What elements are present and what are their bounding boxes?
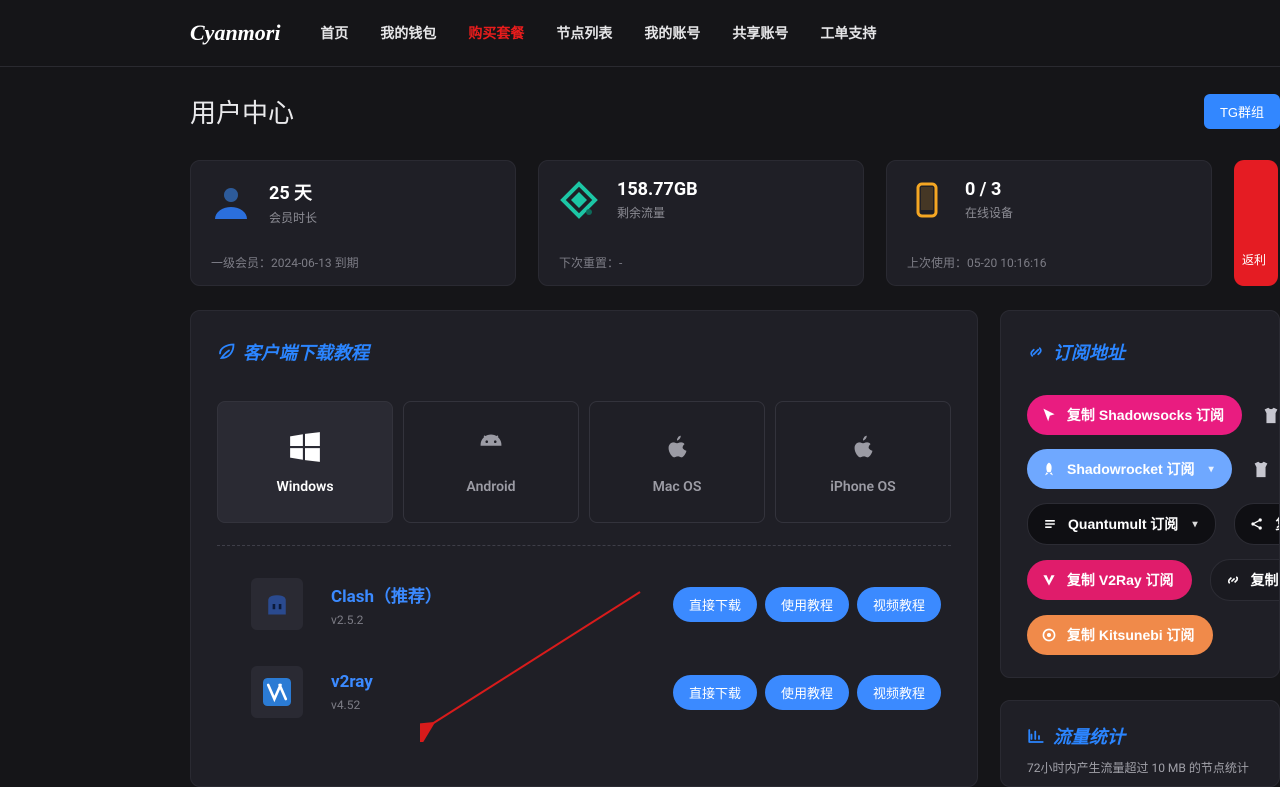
stat-card-devices: 0 / 3 在线设备 上次使用：05-20 10:16:16 xyxy=(886,160,1212,286)
client-version: v2.5.2 xyxy=(331,613,442,627)
mac-os-icon xyxy=(659,429,695,465)
traffic-remaining: 158.77GB xyxy=(617,179,698,200)
clash-icon xyxy=(251,578,303,630)
sub-btn-2[interactable]: Quantumult 订阅▾ xyxy=(1027,503,1216,545)
subscription-buttons: 复制 Shadowsocks 订阅 Shadowrocket 订阅▾St Quant… xyxy=(1027,395,1271,655)
sub-row-4: 复制 Kitsunebi 订阅 xyxy=(1027,615,1271,655)
devices-count: 0 / 3 xyxy=(965,179,1013,200)
chevron-down-icon: ▾ xyxy=(1209,464,1214,475)
title-row: 用户中心 TG群组 xyxy=(190,93,1280,130)
user-icon xyxy=(211,183,251,223)
separator xyxy=(217,545,951,546)
traffic-icon xyxy=(559,180,599,220)
page-body: 用户中心 TG群组 25 天 会员时长 一级会员：2024-06-13 到期 xyxy=(0,67,1280,787)
subscription-panel: 订阅地址 复制 Shadowsocks 订阅 Shadowrocket 订阅▾St… xyxy=(1000,310,1280,678)
sub-side-btn-2[interactable]: 复制 xyxy=(1234,503,1280,545)
os-label: Windows xyxy=(276,479,333,495)
page-title: 用户中心 xyxy=(190,93,294,130)
client-actions: 直接下载使用教程视频教程 xyxy=(673,675,941,710)
client-actions: 直接下载使用教程视频教程 xyxy=(673,587,941,622)
nav-item-4[interactable]: 我的账号 xyxy=(644,23,700,43)
traffic-label: 剩余流量 xyxy=(617,204,698,221)
os-label: Android xyxy=(466,479,515,495)
client-row-v2ray: v2ray v4.52 直接下载使用教程视频教程 xyxy=(217,648,951,736)
nav-item-5[interactable]: 共享账号 xyxy=(732,23,788,43)
membership-days: 25 天 xyxy=(269,179,317,205)
download-title: 客户端下载教程 xyxy=(217,339,951,365)
nav-item-6[interactable]: 工单支持 xyxy=(820,23,876,43)
os-tab-iphone-os[interactable]: iPhone OS xyxy=(775,401,951,523)
side-icon-shirt[interactable] xyxy=(1260,404,1280,426)
download-panel: 客户端下载教程 Windows Android Mac OS iPhone OS Cl… xyxy=(190,310,978,787)
subscription-title: 订阅地址 xyxy=(1027,339,1271,365)
sub-btn-4[interactable]: 复制 Kitsunebi 订阅 xyxy=(1027,615,1213,655)
referral-label: 返利 xyxy=(1242,251,1270,268)
os-label: iPhone OS xyxy=(830,479,895,495)
membership-label: 会员时长 xyxy=(269,209,317,226)
right-column: 订阅地址 复制 Shadowsocks 订阅 Shadowrocket 订阅▾St… xyxy=(1000,310,1280,787)
sub-row-3: 复制 V2Ray 订阅复制 Sur xyxy=(1027,559,1271,601)
iphone-os-icon xyxy=(845,429,881,465)
stat-card-membership: 25 天 会员时长 一级会员：2024-06-13 到期 xyxy=(190,160,516,286)
content-row: 客户端下载教程 Windows Android Mac OS iPhone OS Cl… xyxy=(190,310,1280,787)
sub-side-btn-3[interactable]: 复制 Sur xyxy=(1210,559,1280,601)
os-tab-android[interactable]: Android xyxy=(403,401,579,523)
client-clash-btn-1[interactable]: 使用教程 xyxy=(765,587,849,622)
nav-item-0[interactable]: 首页 xyxy=(320,23,348,43)
phone-icon xyxy=(907,180,947,220)
client-v2ray-btn-2[interactable]: 视频教程 xyxy=(857,675,941,710)
membership-footer: 一级会员：2024-06-13 到期 xyxy=(211,254,495,271)
os-tab-mac-os[interactable]: Mac OS xyxy=(589,401,765,523)
sub-btn-1[interactable]: Shadowrocket 订阅▾ xyxy=(1027,449,1232,489)
client-row-clash: Clash（推荐） v2.5.2 直接下载使用教程视频教程 xyxy=(217,560,951,648)
os-tabs: Windows Android Mac OS iPhone OS xyxy=(217,401,951,523)
traffic-stats-desc: 72小时内产生流量超过 10 MB 的节点统计 xyxy=(1027,759,1259,776)
devices-footer: 上次使用：05-20 10:16:16 xyxy=(907,254,1191,271)
v2ray-icon xyxy=(251,666,303,718)
nav-item-3[interactable]: 节点列表 xyxy=(556,23,612,43)
sub-btn-0[interactable]: 复制 Shadowsocks 订阅 xyxy=(1027,395,1242,435)
link-icon xyxy=(1027,343,1045,361)
traffic-stats-panel: 流量统计 72小时内产生流量超过 10 MB 的节点统计 xyxy=(1000,700,1280,787)
client-name: Clash（推荐） xyxy=(331,582,442,607)
client-v2ray-btn-0[interactable]: 直接下载 xyxy=(673,675,757,710)
sub-row-0: 复制 Shadowsocks 订阅 xyxy=(1027,395,1271,435)
client-version: v4.52 xyxy=(331,698,373,712)
nav-item-1[interactable]: 我的钱包 xyxy=(380,23,436,43)
stat-card-traffic: 158.77GB 剩余流量 下次重置：- xyxy=(538,160,864,286)
top-header: Cyanmori 首页 我的钱包 购买套餐 节点列表 我的账号 共享账号 工单支持 xyxy=(0,0,1280,67)
client-v2ray-btn-1[interactable]: 使用教程 xyxy=(765,675,849,710)
sub-btn-3[interactable]: 复制 V2Ray 订阅 xyxy=(1027,560,1192,600)
side-icon-st[interactable] xyxy=(1250,458,1272,480)
chart-icon xyxy=(1027,727,1045,745)
tg-group-button[interactable]: TG群组 xyxy=(1204,94,1280,129)
android-icon xyxy=(473,429,509,465)
traffic-footer: 下次重置：- xyxy=(559,254,843,271)
sub-row-1: Shadowrocket 订阅▾St xyxy=(1027,449,1271,489)
stat-card-referral[interactable]: 返利 xyxy=(1234,160,1278,286)
leaf-icon xyxy=(217,343,235,361)
client-clash-btn-0[interactable]: 直接下载 xyxy=(673,587,757,622)
os-tab-windows[interactable]: Windows xyxy=(217,401,393,523)
sub-row-2: Quantumult 订阅▾复制 xyxy=(1027,503,1271,545)
main-nav: 首页 我的钱包 购买套餐 节点列表 我的账号 共享账号 工单支持 xyxy=(320,23,876,43)
stats-row: 25 天 会员时长 一级会员：2024-06-13 到期 158.77GB 剩余… xyxy=(190,160,1280,286)
chevron-down-icon: ▾ xyxy=(1192,519,1197,530)
nav-item-2[interactable]: 购买套餐 xyxy=(468,23,524,43)
devices-label: 在线设备 xyxy=(965,204,1013,221)
brand-logo[interactable]: Cyanmori xyxy=(190,20,280,46)
client-name: v2ray xyxy=(331,672,373,692)
windows-icon xyxy=(287,429,323,465)
traffic-stats-title: 流量统计 xyxy=(1027,723,1259,749)
client-clash-btn-2[interactable]: 视频教程 xyxy=(857,587,941,622)
os-label: Mac OS xyxy=(653,479,702,495)
